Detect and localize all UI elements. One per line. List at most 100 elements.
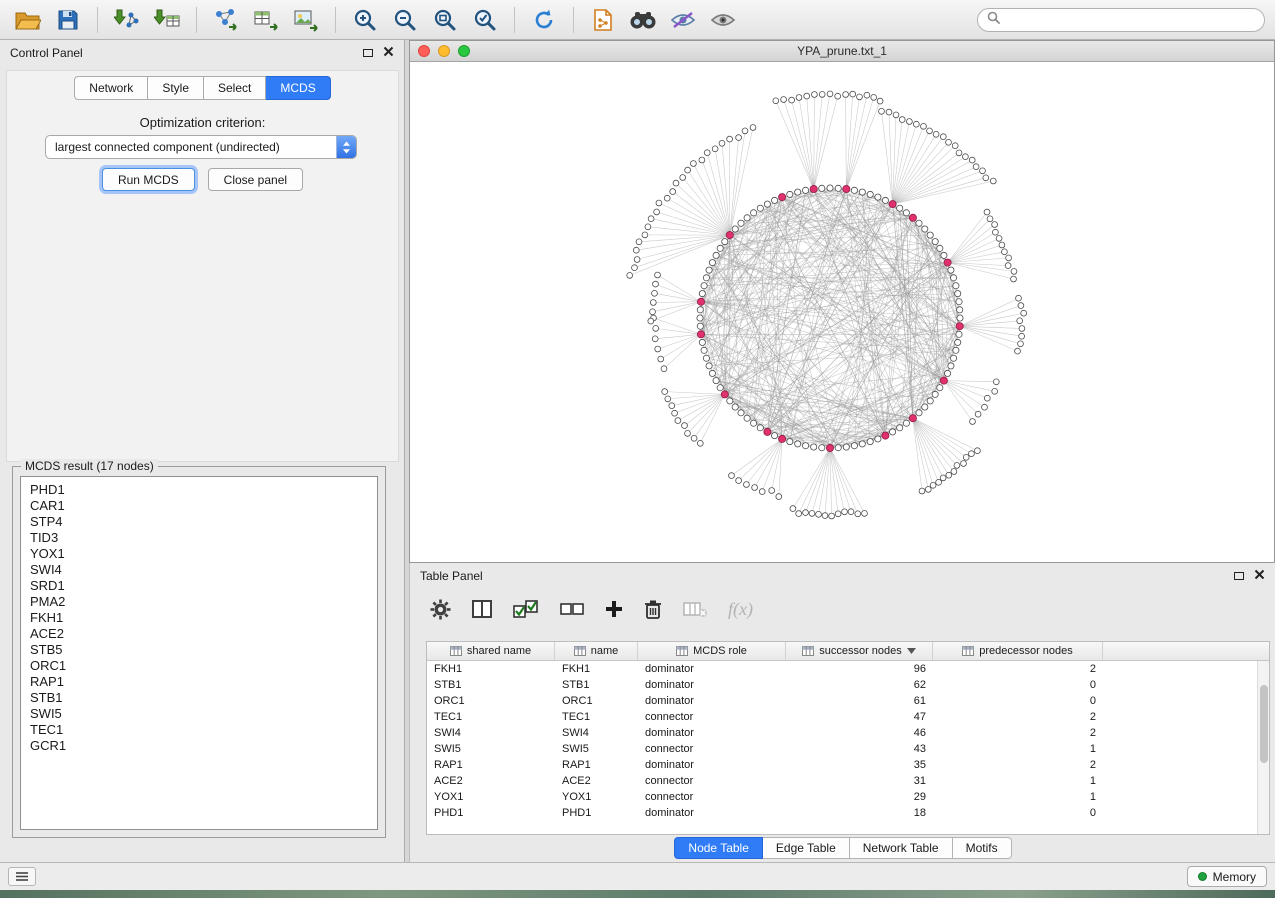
table-row[interactable]: YOX1YOX1connector291 — [427, 789, 1269, 805]
close-table-panel-icon[interactable] — [1254, 569, 1265, 583]
tab-select[interactable]: Select — [204, 76, 266, 100]
ring-node[interactable] — [706, 267, 712, 273]
leaf-node[interactable] — [632, 265, 638, 271]
leaf-node[interactable] — [842, 509, 848, 515]
leaf-node[interactable] — [940, 475, 946, 481]
leaf-node[interactable] — [812, 92, 818, 98]
leaf-node[interactable] — [936, 479, 942, 485]
ring-node[interactable] — [932, 391, 938, 397]
table-row[interactable]: FKH1FKH1dominator962 — [427, 661, 1269, 677]
leaf-node[interactable] — [963, 154, 969, 160]
ring-node[interactable] — [727, 398, 733, 404]
leaf-node[interactable] — [930, 482, 936, 488]
add-column-icon[interactable] — [605, 600, 623, 618]
leaf-node[interactable] — [946, 139, 952, 145]
leaf-node[interactable] — [835, 93, 841, 99]
show-graphics-icon[interactable] — [705, 4, 741, 36]
ring-node[interactable] — [875, 194, 881, 200]
mcds-hub-node[interactable] — [764, 428, 771, 435]
leaf-node[interactable] — [752, 485, 758, 491]
leaf-node[interactable] — [843, 92, 849, 98]
ring-node[interactable] — [713, 252, 719, 258]
leaf-node[interactable] — [970, 419, 976, 425]
leaf-node[interactable] — [993, 229, 999, 235]
ring-node[interactable] — [713, 378, 719, 384]
leaf-node[interactable] — [984, 395, 990, 401]
mcds-result-list[interactable]: PHD1CAR1STP4TID3YOX1SWI4SRD1PMA2FKH1ACE2… — [20, 476, 378, 830]
leaf-node[interactable] — [951, 469, 957, 475]
tab-network[interactable]: Network — [74, 76, 148, 100]
ring-node[interactable] — [955, 291, 961, 297]
leaf-node[interactable] — [954, 463, 960, 469]
mcds-hub-node[interactable] — [956, 323, 963, 330]
leaf-node[interactable] — [886, 109, 892, 115]
ring-node[interactable] — [703, 275, 709, 281]
leaf-node[interactable] — [999, 242, 1005, 248]
save-icon[interactable] — [50, 4, 86, 36]
leaf-node[interactable] — [946, 472, 952, 478]
leaf-node[interactable] — [636, 239, 642, 245]
leaf-node[interactable] — [653, 281, 659, 287]
search-box[interactable] — [977, 8, 1265, 32]
leaf-node[interactable] — [655, 272, 661, 278]
ring-node[interactable] — [751, 420, 757, 426]
ring-node[interactable] — [922, 226, 928, 232]
leaf-node[interactable] — [773, 98, 779, 104]
leaf-node[interactable] — [789, 97, 795, 103]
ring-node[interactable] — [757, 205, 763, 211]
leaf-node[interactable] — [648, 318, 654, 324]
ring-node[interactable] — [819, 185, 825, 191]
network-canvas[interactable] — [410, 62, 1274, 562]
ring-node[interactable] — [948, 363, 954, 369]
ring-node[interactable] — [916, 410, 922, 416]
column-header-name[interactable]: name — [555, 642, 638, 660]
leaf-node[interactable] — [650, 300, 656, 306]
ring-node[interactable] — [717, 245, 723, 251]
mcds-hub-node[interactable] — [726, 232, 733, 239]
leaf-node[interactable] — [704, 150, 710, 156]
ring-node[interactable] — [927, 398, 933, 404]
ring-node[interactable] — [703, 355, 709, 361]
leaf-node[interactable] — [804, 93, 810, 99]
leaf-node[interactable] — [634, 257, 640, 263]
leaf-node[interactable] — [993, 379, 999, 385]
leaf-node[interactable] — [1011, 276, 1017, 282]
ring-node[interactable] — [867, 191, 873, 197]
leaf-node[interactable] — [655, 346, 661, 352]
leaf-node[interactable] — [750, 125, 756, 131]
leaf-node[interactable] — [983, 175, 989, 181]
mcds-hub-node[interactable] — [810, 185, 817, 192]
leaf-node[interactable] — [648, 216, 654, 222]
ring-node[interactable] — [875, 436, 881, 442]
leaf-node[interactable] — [969, 157, 975, 163]
import-network-icon[interactable] — [109, 4, 145, 36]
result-node-item[interactable]: FKH1 — [21, 610, 377, 626]
result-node-item[interactable]: SWI4 — [21, 562, 377, 578]
leaf-node[interactable] — [1006, 255, 1012, 261]
ring-node[interactable] — [738, 410, 744, 416]
leaf-node[interactable] — [699, 157, 705, 163]
float-table-panel-icon[interactable] — [1234, 572, 1244, 580]
ring-node[interactable] — [951, 275, 957, 281]
ring-node[interactable] — [957, 315, 963, 321]
leaf-node[interactable] — [992, 222, 998, 228]
leaf-node[interactable] — [662, 389, 668, 395]
leaf-node[interactable] — [893, 112, 899, 118]
leaf-node[interactable] — [871, 95, 877, 101]
result-node-item[interactable]: STB1 — [21, 690, 377, 706]
table-row[interactable]: ACE2ACE2connector311 — [427, 773, 1269, 789]
ring-node[interactable] — [772, 433, 778, 439]
column-header-MCDS-role[interactable]: MCDS role — [638, 642, 786, 660]
ring-node[interactable] — [744, 215, 750, 221]
leaf-node[interactable] — [925, 487, 931, 493]
ring-node[interactable] — [795, 189, 801, 195]
mcds-hub-node[interactable] — [889, 201, 896, 208]
table-row[interactable]: RAP1RAP1dominator352 — [427, 757, 1269, 773]
ring-node[interactable] — [722, 239, 728, 245]
leaf-node[interactable] — [769, 488, 775, 494]
ring-node[interactable] — [941, 252, 947, 258]
search-input[interactable] — [1006, 13, 1255, 27]
ring-node[interactable] — [882, 197, 888, 203]
ring-node[interactable] — [916, 220, 922, 226]
ring-node[interactable] — [699, 291, 705, 297]
